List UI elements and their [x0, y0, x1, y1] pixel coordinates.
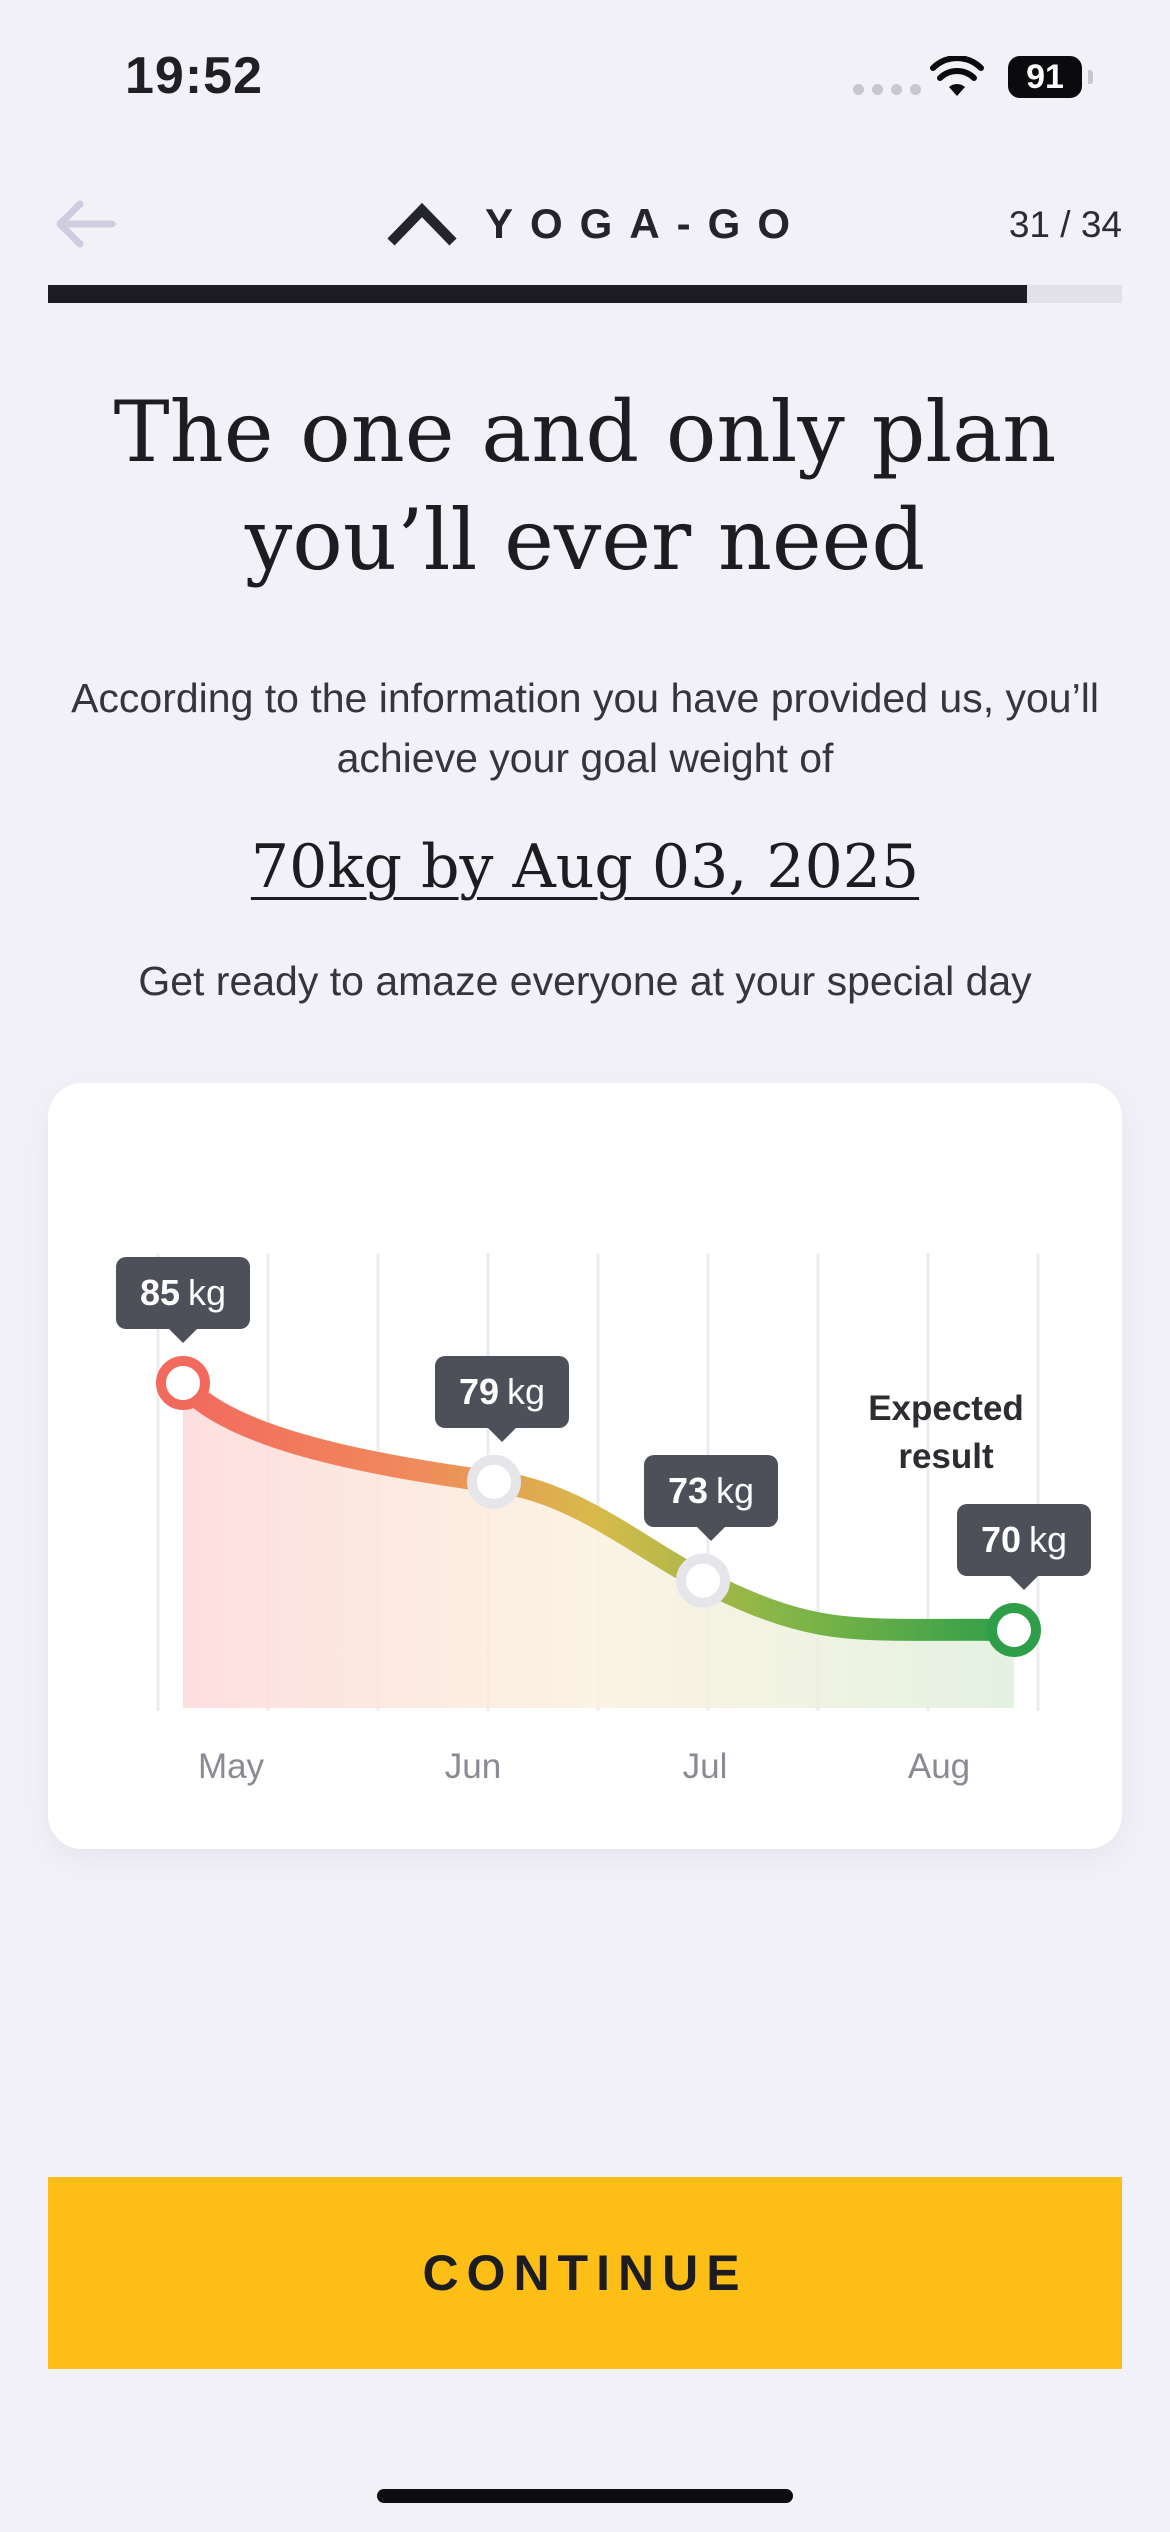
weight-chart-card: Expected result 85 kg 79 kg 73 kg 70 kg May Jun J… — [48, 1083, 1122, 1849]
month-label-may: May — [197, 1747, 265, 1786]
page-title: The one and only plan you’ll ever need — [60, 378, 1110, 594]
month-label-aug: Aug — [907, 1747, 971, 1786]
value-number: 85 — [140, 1272, 181, 1313]
arrow-left-icon — [56, 200, 116, 248]
wifi-icon — [930, 56, 984, 96]
goal-description: According to the information you have pr… — [71, 675, 1099, 781]
signal-dots-icon — [853, 84, 921, 95]
progress-fill — [48, 285, 1028, 303]
point-marker-jun — [467, 1454, 521, 1509]
point-marker-may — [156, 1356, 210, 1410]
title-line-2: you’ll ever need — [244, 491, 926, 589]
value-bubble-aug: 70 kg — [957, 1504, 1092, 1590]
progress-bar — [48, 285, 1122, 303]
app-logo: YOGA-GO — [385, 196, 807, 252]
month-label-jul: Jul — [682, 1747, 728, 1786]
chevron-up-icon — [387, 202, 457, 246]
value-unit: kg — [1029, 1519, 1068, 1560]
battery-level: 91 — [1008, 56, 1082, 98]
back-button[interactable] — [48, 196, 120, 252]
goal-date: 70kg by Aug 03, 2025 — [250, 832, 920, 902]
value-bubble-jul: 73 kg — [644, 1454, 779, 1541]
expected-line-2: result — [898, 1437, 994, 1476]
month-label-jun: Jun — [444, 1747, 502, 1786]
logo-text: YOGA-GO — [485, 200, 808, 247]
status-time: 19:52 — [125, 47, 263, 105]
expected-result-label: Expected result — [801, 1385, 1091, 1481]
value-bubble-may: 85 kg — [116, 1257, 251, 1343]
value-unit: kg — [188, 1272, 227, 1313]
continue-button[interactable]: CONTINUE — [48, 2177, 1122, 2369]
value-number: 79 — [459, 1370, 500, 1412]
value-unit: kg — [716, 1469, 755, 1511]
step-counter: 31 / 34 — [1008, 204, 1122, 245]
title-line-1: The one and only plan — [113, 383, 1057, 481]
home-indicator — [377, 2489, 793, 2503]
value-number: 73 — [668, 1469, 709, 1511]
value-bubble-jun: 79 kg — [435, 1355, 570, 1442]
value-unit: kg — [507, 1370, 546, 1412]
battery-icon: 91 — [1008, 56, 1093, 98]
point-marker-jul — [676, 1553, 730, 1608]
point-marker-aug — [987, 1603, 1041, 1657]
expected-line-1: Expected — [868, 1389, 1024, 1428]
tagline: Get ready to amaze everyone at your spec… — [138, 958, 1032, 1004]
value-number: 70 — [981, 1519, 1022, 1560]
